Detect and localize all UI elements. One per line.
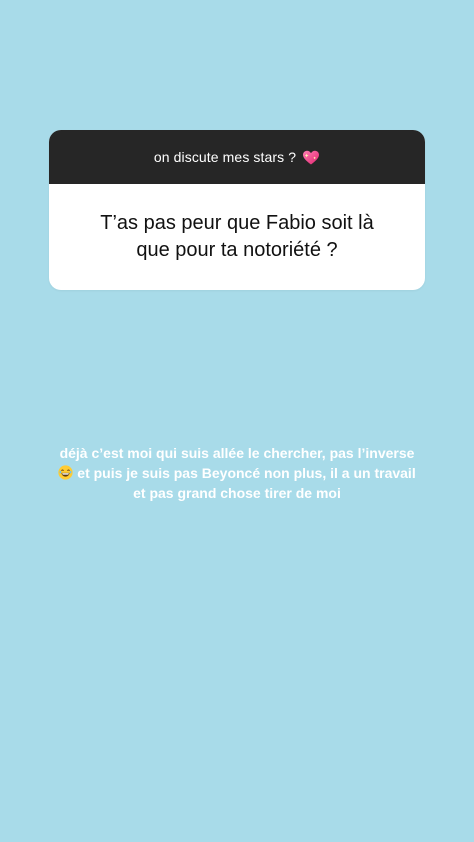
question-text-line: T’as pas peur que Fabio soit là (100, 212, 374, 234)
laughing-face-icon (58, 465, 73, 480)
story-caption: déjà c’est moi qui suis allée le cherche… (20, 443, 454, 503)
caption-line-with-emoji: et puis je suis pas Beyoncé non plus, il… (20, 463, 454, 483)
question-text-line: que pour ta notoriété ? (136, 239, 338, 261)
caption-line-text: et puis je suis pas Beyoncé non plus, il… (77, 465, 416, 481)
question-sticker[interactable]: on discute mes stars ? T’as pas peur que… (49, 130, 425, 290)
story-canvas: on discute mes stars ? T’as pas peur que… (0, 0, 474, 842)
question-prompt-text: on discute mes stars ? (153, 149, 297, 165)
question-prompt-header: on discute mes stars ? (49, 130, 425, 184)
question-text: T’as pas peur que Fabio soit là que pour… (49, 184, 425, 290)
caption-line: et pas grand chose tirer de moi (133, 485, 341, 501)
sparkling-heart-icon (303, 150, 320, 165)
caption-line: déjà c’est moi qui suis allée le cherche… (59, 445, 415, 461)
